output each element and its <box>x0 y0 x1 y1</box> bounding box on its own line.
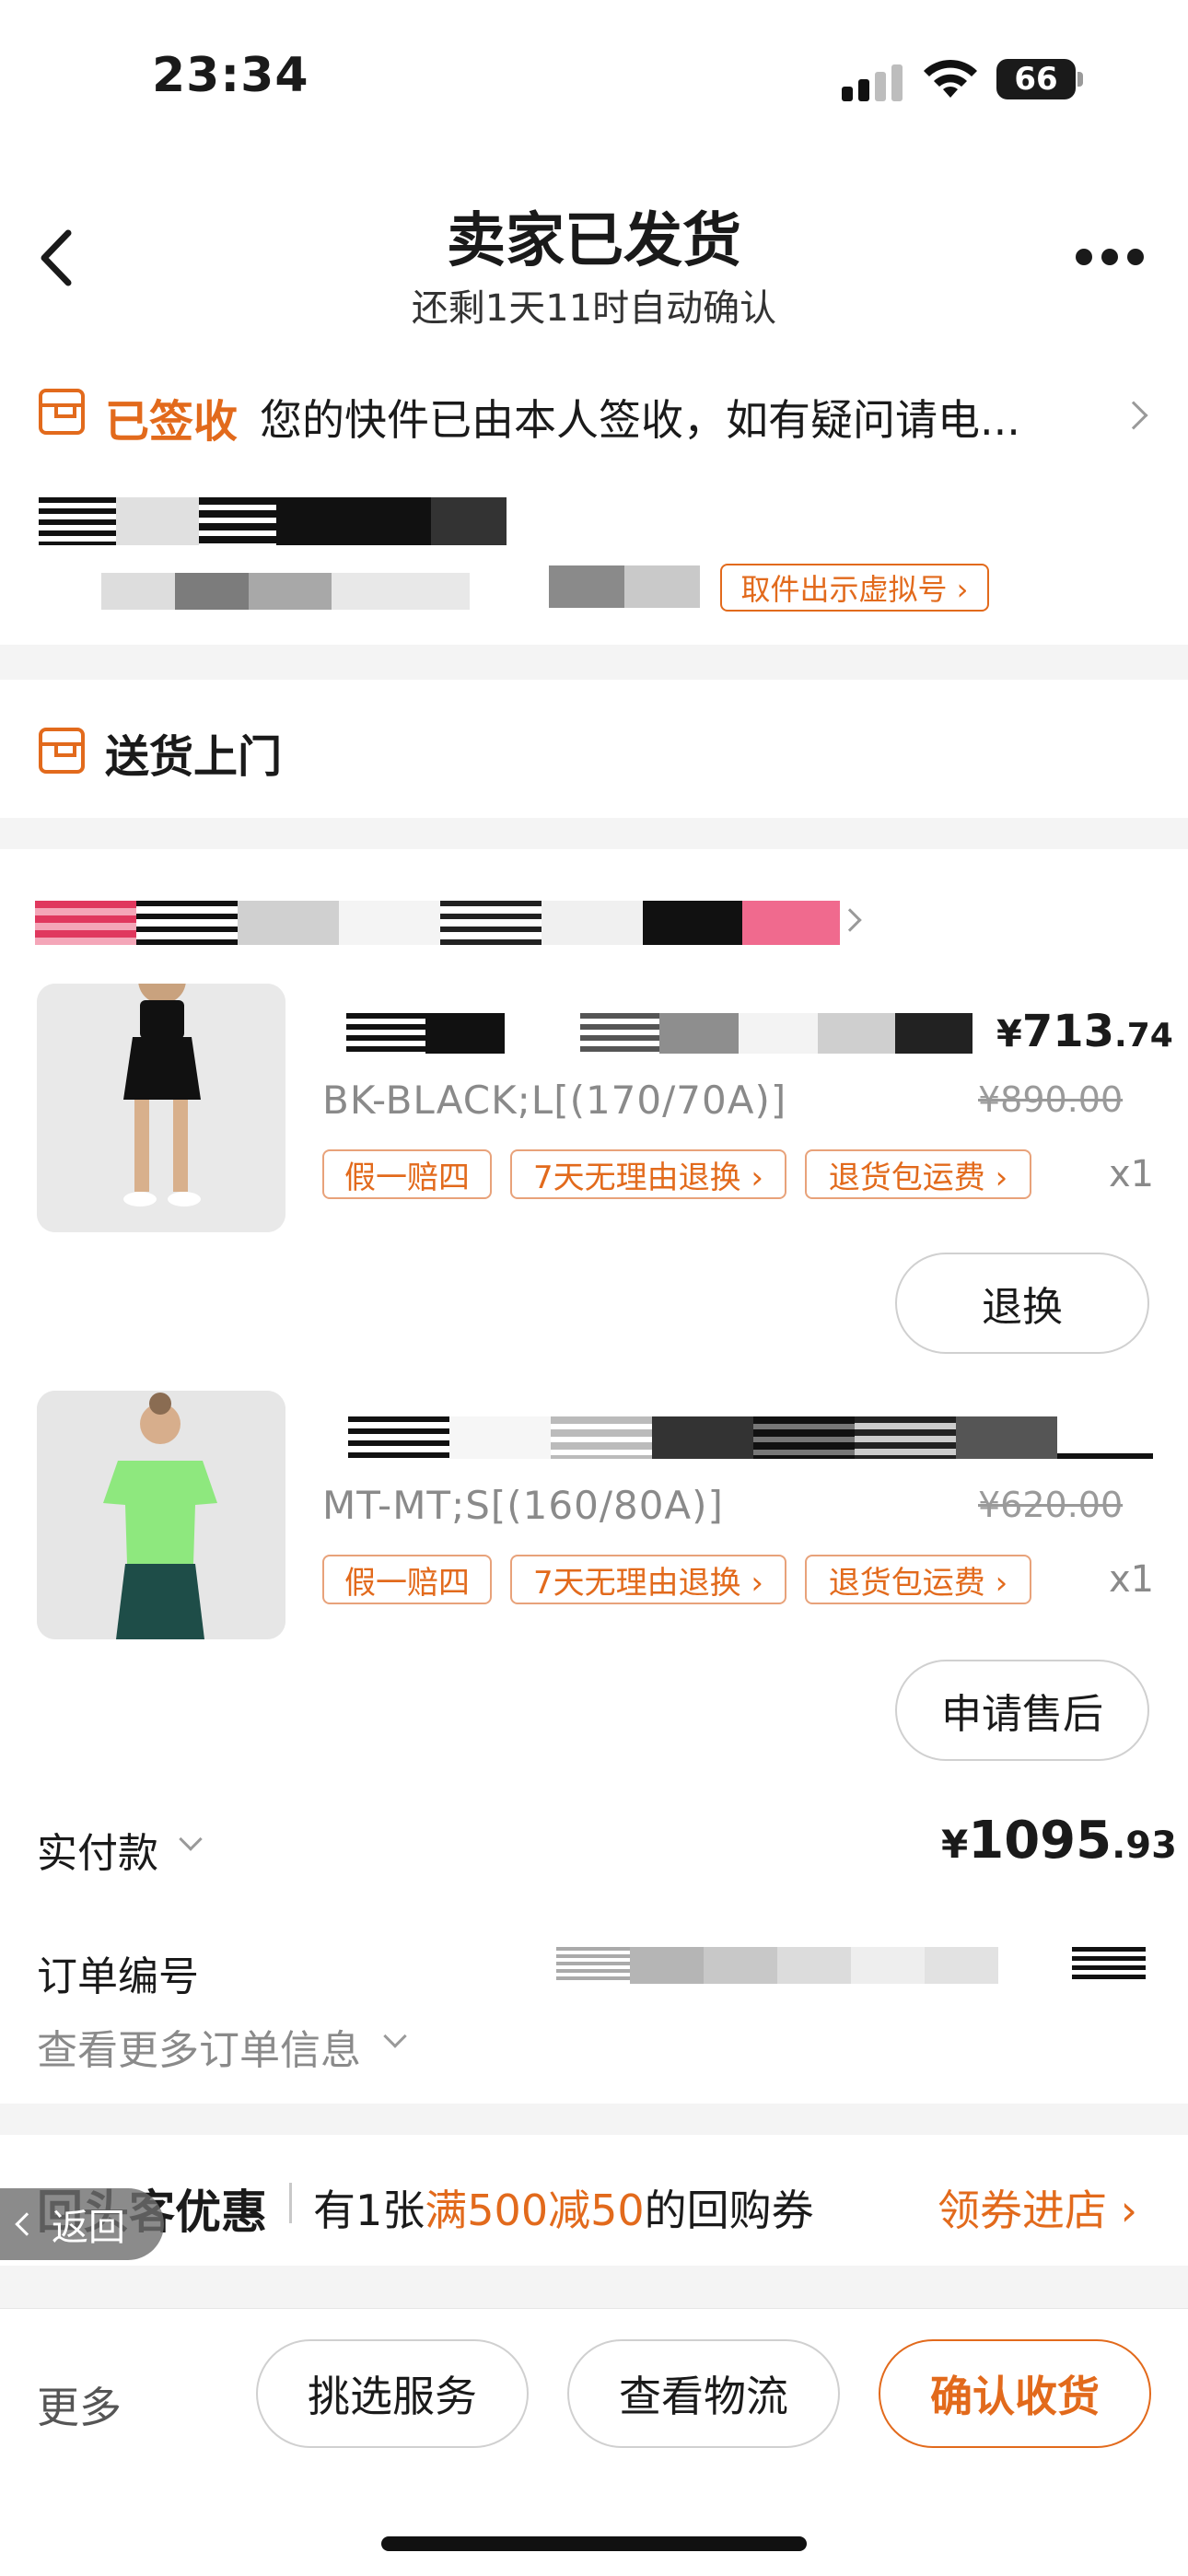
tag-fake-compensation[interactable]: 假一赔四 <box>322 1555 492 1604</box>
wifi-icon <box>924 59 977 98</box>
order-number-label: 订单编号 <box>37 1953 199 2000</box>
tag-7day-return[interactable]: 7天无理由退换 › <box>510 1555 786 1604</box>
view-logistics-button[interactable]: 查看物流 <box>567 2339 840 2448</box>
page-title: 卖家已发货 <box>447 207 741 275</box>
payment-label[interactable]: 实付款 <box>37 1820 158 1879</box>
payment-amount: ¥1095.93 <box>941 1811 1177 1871</box>
redacted-phone <box>101 573 470 610</box>
pickup-virtual-number-button[interactable]: 取件出示虚拟号 › <box>720 564 989 612</box>
original-price: ¥620.00 <box>978 1485 1124 1525</box>
product-image[interactable] <box>37 1391 285 1639</box>
tag-fake-compensation[interactable]: 假一赔四 <box>322 1149 492 1199</box>
promo-divider <box>289 2183 292 2223</box>
redacted-product-title[interactable] <box>346 1013 973 1054</box>
claim-coupon-link[interactable]: 领券进店 › <box>938 2177 1137 2238</box>
more-button[interactable]: 更多 <box>37 2374 122 2435</box>
tag-7day-return[interactable]: 7天无理由退换 › <box>510 1149 786 1199</box>
delivery-icon <box>39 728 85 774</box>
original-price: ¥890.00 <box>978 1079 1124 1120</box>
package-icon <box>39 389 85 435</box>
tag-return-shipping[interactable]: 退货包运费 › <box>805 1555 1031 1604</box>
more-icon[interactable] <box>1076 245 1146 269</box>
page-subtitle: 还剩1天11时自动确认 <box>411 287 777 330</box>
after-sales-button[interactable]: 申请售后 <box>895 1660 1149 1761</box>
more-order-info-link[interactable]: 查看更多订单信息 <box>37 2017 361 2076</box>
status-time: 23:34 <box>152 48 309 103</box>
select-service-button[interactable]: 挑选服务 <box>256 2339 529 2448</box>
promo-text: 有1张满500减50的回购券 <box>313 2186 814 2235</box>
tag-return-shipping[interactable]: 退货包运费 › <box>805 1149 1031 1199</box>
redacted-product-title[interactable] <box>348 1416 1153 1459</box>
return-label: 返回 <box>52 2207 125 2249</box>
chevron-left-icon <box>15 2212 39 2236</box>
return-exchange-button[interactable]: 退换 <box>895 1253 1149 1354</box>
sign-status[interactable]: 已签收 <box>105 385 238 449</box>
product-price: ¥713.74 <box>996 1006 1173 1057</box>
product-sku: BK-BLACK;L[(170/70A)] <box>322 1078 787 1123</box>
floating-return-button[interactable]: 返回 <box>0 2188 164 2260</box>
battery-cap <box>1077 72 1083 87</box>
product-qty: x1 <box>1109 1153 1155 1195</box>
confirm-receipt-button[interactable]: 确认收货 <box>879 2339 1151 2448</box>
redacted-contact <box>549 565 700 608</box>
product-qty: x1 <box>1109 1558 1155 1601</box>
battery-icon: 66 <box>996 59 1076 99</box>
redacted-order-number[interactable] <box>556 1947 1155 1984</box>
redacted-address <box>39 497 646 545</box>
redacted-shop-name[interactable] <box>35 901 840 945</box>
product-image[interactable] <box>37 984 285 1232</box>
product-sku: MT-MT;S[(160/80A)] <box>322 1483 724 1528</box>
delivery-label: 送货上门 <box>105 731 283 783</box>
logistics-message[interactable]: 您的快件已由本人签收，如有疑问请电... <box>260 387 1020 448</box>
home-indicator[interactable] <box>381 2536 807 2551</box>
signal-icon <box>842 64 906 101</box>
